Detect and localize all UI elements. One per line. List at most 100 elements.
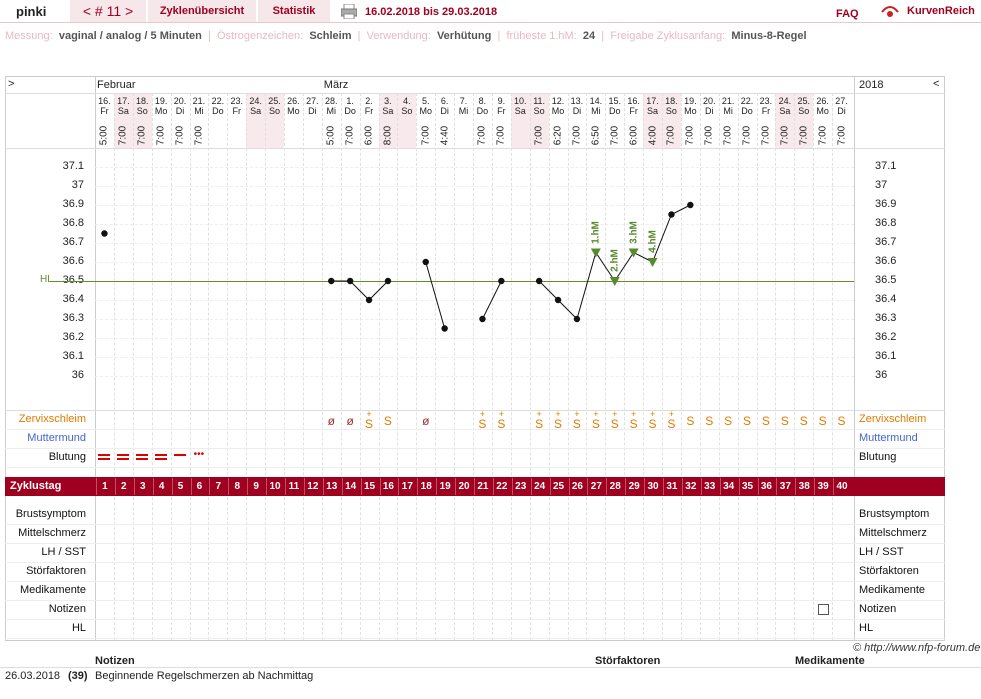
temp-point[interactable] [498, 277, 505, 285]
row-label-right-hl: HL [859, 622, 874, 634]
cycle-day-cell: 3 [133, 478, 151, 495]
cycle-day-label: Zyklustag [10, 480, 62, 492]
temp-point[interactable] [479, 315, 486, 323]
temp-point[interactable] [535, 277, 543, 285]
cycle-day-cell: 28 [606, 478, 623, 495]
temperature-curve [101, 201, 694, 332]
cycle-day-cell: 8 [228, 478, 245, 495]
row-line [5, 600, 945, 601]
footer-header-medi: Medikamente [795, 655, 865, 667]
cervix-value: S [818, 414, 827, 428]
row-label-bleeding: Blutung [48, 451, 86, 463]
row-label-medi: Medikamente [19, 584, 86, 596]
cycle-day-cell: 18 [417, 478, 434, 495]
row-label-right-mumu: Muttermund [859, 432, 918, 444]
cycle-day-cell: 20 [455, 478, 472, 495]
bleeding-mark [117, 458, 130, 460]
footer-date: 26.03.2018 [5, 670, 61, 682]
cervix-value: S [837, 414, 846, 428]
cycle-day-cell: 32 [681, 478, 699, 495]
cycle-day-cell: 29 [625, 478, 642, 495]
cycle-day-cell: 34 [719, 478, 737, 495]
bleeding-mark [98, 454, 111, 456]
cervix-value: S [799, 414, 808, 428]
cycle-day-cell: 16 [379, 478, 397, 495]
cervix-value: + S [365, 409, 374, 431]
cervix-value: S [686, 414, 695, 428]
cycle-day-cell: 12 [303, 478, 321, 495]
cycle-day-cell: 33 [700, 478, 718, 495]
cervix-value: + S [554, 409, 563, 431]
row-label-mumu: Muttermund [27, 432, 86, 444]
cervix-value: + S [648, 409, 657, 431]
bleeding-mark [117, 454, 130, 456]
cycle-day-cell: 26 [568, 478, 586, 495]
row-label-hl: HL [71, 622, 86, 634]
cervix-value: + S [629, 409, 638, 431]
cycle-day-cell: 39 [814, 478, 831, 495]
row-label-right-mittel: Mittelschmerz [859, 527, 927, 539]
bleeding-mark [98, 458, 111, 460]
cervix-value: + S [535, 409, 544, 431]
bleeding-mark: ••• [193, 449, 205, 460]
temp-point[interactable] [554, 296, 562, 304]
cycle-day-cell: 36 [757, 478, 775, 495]
bleeding-mark [136, 458, 149, 460]
cervix-value: S [724, 414, 733, 428]
temp-point[interactable] [328, 277, 335, 285]
hm-label: 2.hM [609, 249, 621, 272]
curve-segment [331, 280, 389, 301]
cervix-value: + S [478, 409, 487, 431]
cycle-day-cell: 22 [492, 478, 510, 495]
row-line [5, 543, 945, 544]
note-icon[interactable] [817, 604, 829, 615]
temp-point[interactable] [101, 230, 108, 237]
row-label-right-breast: Brustsymptom [859, 508, 930, 520]
temp-point[interactable] [573, 315, 581, 323]
cervix-value: S [705, 414, 714, 428]
row-line [5, 581, 945, 582]
row-label-stoer: Störfaktoren [26, 565, 86, 577]
row-label-mittel: Mittelschmerz [18, 527, 86, 539]
cycle-day-cell: 19 [436, 478, 453, 495]
row-line [5, 638, 945, 639]
temp-point[interactable] [365, 296, 373, 304]
row-label-right-bleeding: Blutung [859, 451, 897, 463]
cycle-day-cell: 2 [114, 478, 132, 495]
cycle-chart: > <2018 Februar März 16. Fr 5:00 17. Sa 7:00 18. So… [0, 0, 981, 641]
cycle-day-cell: 6 [190, 478, 208, 495]
temp-point[interactable] [441, 325, 448, 332]
cervix-value: + S [610, 409, 619, 431]
row-label-right-stoer: Störfaktoren [859, 565, 919, 577]
footer-day: (39) [68, 670, 88, 682]
bleeding-mark [155, 458, 168, 460]
footer-header-notes: Notizen [95, 655, 135, 667]
hm-label: 3.hM [628, 220, 640, 244]
row-label-right-medi: Medikamente [859, 584, 926, 596]
cycle-day-cell: 13 [322, 478, 340, 495]
row-line [5, 562, 945, 563]
cycle-day-cell: 10 [266, 478, 283, 495]
copyright[interactable]: © http://www.nfp-forum.de [853, 642, 980, 654]
cycle-day-cell: 5 [171, 478, 189, 495]
cycle-day-cell: 15 [360, 478, 378, 495]
temp-point[interactable] [668, 211, 675, 218]
cervix-value: + S [572, 409, 581, 431]
cycle-day-cell: 11 [285, 478, 302, 495]
cycle-day-cell: 30 [644, 478, 661, 495]
hm-label: 4.hM [647, 230, 659, 253]
row-label-cervix: Zervixschleim [18, 413, 86, 425]
row-label-notes: Notizen [48, 603, 86, 615]
temp-point[interactable] [687, 201, 694, 209]
cycle-day-cell: 23 [511, 478, 529, 495]
cycle-day-cell: 9 [247, 478, 264, 495]
cycle-day-cell: 40 [833, 478, 850, 495]
row-line [5, 619, 945, 620]
cycle-day-cell: 25 [549, 478, 567, 495]
cervix-value: ø [327, 414, 335, 428]
row-label-breast: Brustsymptom [15, 508, 86, 520]
temp-point[interactable] [384, 277, 392, 285]
row-label-right-cervix: Zervixschleim [859, 413, 927, 425]
temp-point[interactable] [422, 258, 429, 266]
temp-point[interactable] [346, 277, 354, 285]
